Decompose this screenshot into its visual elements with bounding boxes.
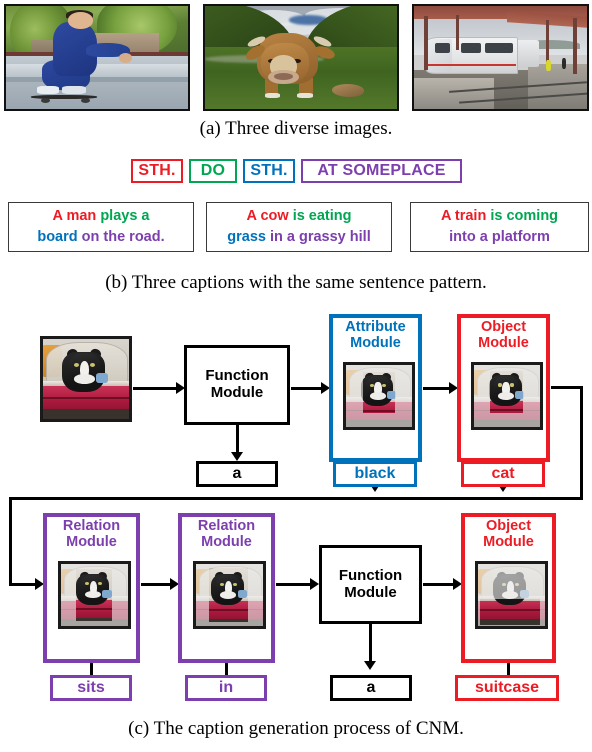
word-box-black: black	[333, 461, 417, 487]
feedback-line-right	[551, 386, 583, 389]
feedback-line-across	[9, 497, 583, 500]
function-module-top: Function Module	[184, 345, 290, 425]
cat-suitcase-scene	[43, 339, 129, 419]
caption-seg-do: is coming	[490, 207, 559, 224]
pattern-chip-at-someplace: AT SOMEPLACE	[301, 159, 462, 183]
object-attention-thumb-bottom	[475, 561, 548, 629]
relation-attention-thumb-1	[58, 561, 131, 629]
arrow-function-to-object-bottom	[423, 583, 455, 586]
feedback-line-down	[580, 386, 583, 500]
caption-line: A train is coming	[441, 206, 558, 227]
train-scene	[414, 6, 587, 109]
skateboarder-scene	[6, 6, 188, 109]
word-box-a-top: a	[196, 461, 278, 487]
attention-highlight-region	[75, 568, 112, 622]
word-box-a-bottom: a	[330, 675, 412, 701]
caption-seg-place: into a platform	[449, 229, 550, 245]
panel-b-caption: (b) Three captions with the same sentenc…	[105, 272, 487, 293]
train-photo	[412, 4, 589, 111]
attribute-attention-thumb	[343, 362, 415, 430]
caption-seg-sth2: grass	[227, 229, 270, 245]
pattern-chip-sth1: STH.	[131, 159, 183, 183]
skateboarder-photo	[4, 4, 190, 111]
caption-line: into a platform	[449, 227, 550, 248]
feedback-line-into-relation	[9, 583, 37, 586]
attribute-module-label: Attribute Module	[345, 319, 406, 351]
arrow-head	[364, 661, 376, 670]
arrow-head	[231, 452, 243, 461]
word-box-in: in	[185, 675, 267, 701]
caption-seg-do: plays a	[100, 207, 150, 224]
attention-highlight-region	[209, 567, 249, 623]
relation-module-1: Relation Module	[43, 513, 140, 663]
arrow-relation2-to-function	[276, 583, 312, 586]
caption-line: A man plays a	[53, 206, 150, 227]
caption-seg-place: in a grassy hill	[269, 229, 371, 245]
object-module-bottom-label: Object Module	[483, 518, 534, 550]
pattern-chip-sth2: STH.	[243, 159, 295, 183]
arrow-function-to-word-a-top	[236, 425, 239, 455]
caption-box-man: A man plays a board on the road.	[8, 202, 194, 252]
caption-seg-sth1: A man	[52, 207, 101, 224]
caption-box-train: A train is coming into a platform	[410, 202, 589, 252]
cow-scene	[205, 6, 397, 109]
caption-seg-sth2: board	[37, 229, 82, 245]
attention-highlight-region	[480, 598, 541, 625]
caption-seg-sth1: A train	[440, 207, 491, 224]
object-module-top-label: Object Module	[478, 319, 529, 351]
word-box-cat: cat	[461, 461, 545, 487]
panel-a-caption: (a) Three diverse images.	[199, 118, 393, 139]
caption-line: board on the road.	[37, 227, 164, 248]
object-module-bottom: Object Module	[461, 513, 556, 663]
attribute-module: Attribute Module	[329, 314, 422, 462]
caption-seg-sth1: A cow	[246, 207, 293, 224]
arrow-function-to-attribute	[291, 387, 323, 390]
feedback-line-down-left	[9, 497, 12, 585]
panel-c-caption: (c) The caption generation process of CN…	[128, 718, 464, 739]
function-module-bottom: Function Module	[319, 545, 422, 624]
pattern-chip-do: DO	[189, 159, 237, 183]
word-box-sits: sits	[50, 675, 132, 701]
relation-module-2: Relation Module	[178, 513, 275, 663]
word-box-suitcase: suitcase	[455, 675, 559, 701]
caption-seg-place: on the road.	[81, 229, 165, 245]
object-attention-thumb-top	[471, 362, 543, 430]
caption-line: A cow is eating	[246, 206, 351, 227]
cow-photo	[203, 4, 399, 111]
arrow-attribute-to-object	[423, 387, 451, 390]
relation-attention-thumb-2	[193, 561, 266, 629]
attention-highlight-region	[489, 371, 523, 414]
arrow-function-to-word-a-bottom	[369, 624, 372, 664]
arrow-head	[310, 578, 319, 590]
object-module-top: Object Module	[457, 314, 550, 462]
arrow-relation1-to-relation2	[141, 583, 172, 586]
cat-in-suitcase-photo	[40, 336, 132, 422]
arrow-input-to-function	[133, 387, 177, 390]
relation-module-1-label: Relation Module	[62, 518, 121, 550]
caption-line: grass in a grassy hill	[227, 227, 370, 248]
caption-box-cow: A cow is eating grass in a grassy hill	[206, 202, 392, 252]
caption-seg-do: is eating	[292, 207, 352, 224]
attention-highlight-region	[363, 372, 395, 414]
relation-module-2-label: Relation Module	[197, 518, 256, 550]
